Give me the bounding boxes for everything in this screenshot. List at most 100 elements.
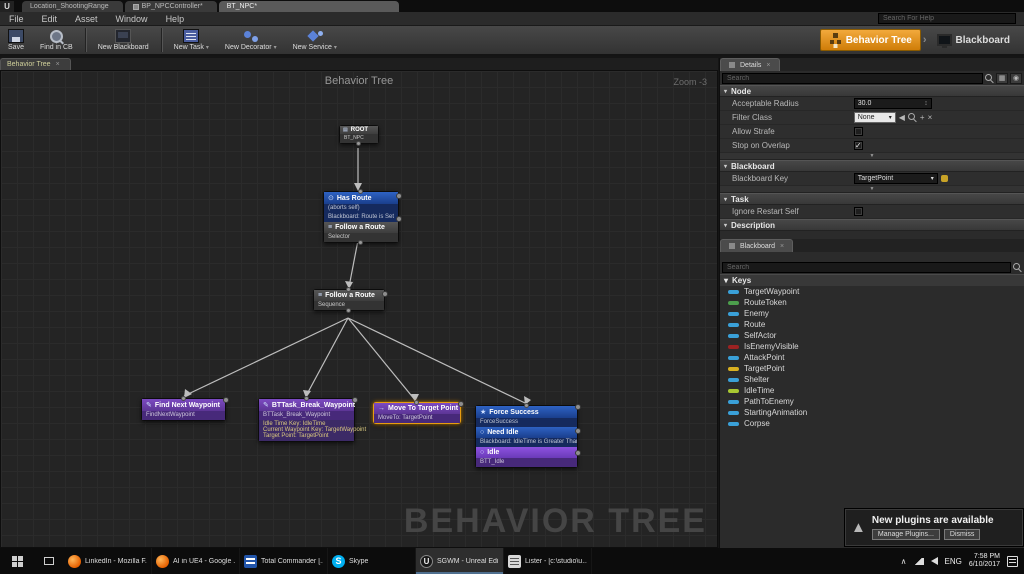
taskbar-app-ai-in-ue4[interactable]: AI in UE4 - Google ...: [152, 548, 240, 574]
new-blackboard-button[interactable]: New Blackboard: [90, 26, 157, 54]
node-find-next-waypoint[interactable]: ✎ Find Next Waypoint FindNextWaypoint: [141, 398, 226, 421]
save-button[interactable]: Save: [0, 26, 32, 54]
menu-asset[interactable]: Asset: [66, 14, 107, 24]
output-pin[interactable]: [346, 308, 351, 313]
blackboard-key-item[interactable]: IsEnemyVisible: [720, 341, 1024, 352]
output-pin[interactable]: [356, 141, 361, 146]
new-decorator-button[interactable]: New Decorator▾: [217, 26, 285, 54]
chevron-down-icon[interactable]: ▾: [334, 45, 337, 51]
blackboard-key-item[interactable]: AttackPoint: [720, 352, 1024, 363]
input-pin[interactable]: [181, 396, 186, 401]
plugins-notification: ▲ New plugins are available Manage Plugi…: [844, 508, 1024, 547]
start-button[interactable]: [0, 548, 34, 574]
network-icon[interactable]: [914, 557, 924, 565]
manage-plugins-button[interactable]: Manage Plugins...: [872, 529, 940, 540]
filter-class-dropdown[interactable]: None ▾: [854, 112, 896, 123]
section-blackboard[interactable]: ▾ Blackboard: [720, 160, 1024, 172]
chevron-down-icon[interactable]: ▾: [206, 45, 209, 51]
spin-grip-icon[interactable]: ↕: [924, 100, 928, 107]
clear-icon[interactable]: ×: [928, 113, 933, 122]
blackboard-key-item[interactable]: Corpse: [720, 418, 1024, 429]
node-break-waypoint[interactable]: ✎ BTTask_Break_Waypoint BTTask_Break_Way…: [258, 398, 355, 442]
input-pin[interactable]: [346, 287, 351, 292]
property-matrix-button[interactable]: ▦: [996, 73, 1008, 84]
add-icon[interactable]: +: [920, 113, 925, 122]
doc-tab-btnpc[interactable]: BT_NPC*: [219, 1, 399, 12]
find-in-cb-button[interactable]: Find in CB: [32, 26, 81, 54]
help-search-input[interactable]: [878, 13, 1016, 24]
input-pin[interactable]: [358, 189, 363, 194]
blackboard-key-item[interactable]: IdleTime: [720, 385, 1024, 396]
taskbar-app-skype[interactable]: S Skype: [328, 548, 416, 574]
close-icon[interactable]: ×: [56, 61, 60, 68]
node-root[interactable]: ▤ ROOT BT_NPC: [339, 125, 379, 144]
property-row-filter-class: Filter Class None ▾ ◀ + ×: [720, 111, 1024, 125]
property-row-allow-strafe: Allow Strafe: [720, 125, 1024, 139]
acceptable-radius-input[interactable]: 30.0 ↕: [854, 98, 932, 109]
language-indicator[interactable]: ENG: [945, 557, 962, 566]
taskbar-app-total-commander[interactable]: Total Commander [...: [240, 548, 328, 574]
new-task-button[interactable]: New Task▾: [166, 26, 217, 54]
blackboard-mode-button[interactable]: Blackboard: [929, 29, 1018, 51]
allow-strafe-checkbox[interactable]: [854, 127, 863, 136]
menu-help[interactable]: Help: [157, 14, 194, 24]
new-service-button[interactable]: New Service▾: [285, 26, 345, 54]
blackboard-key-item[interactable]: Route: [720, 319, 1024, 330]
input-pin[interactable]: [524, 403, 529, 408]
doc-tab-npccontroller[interactable]: BP_NPCController*: [125, 1, 217, 12]
speaker-icon[interactable]: [931, 557, 938, 565]
blackboard-key-item[interactable]: TargetPoint: [720, 363, 1024, 374]
node-idle-group[interactable]: ★ Force Success ForceSuccess ○ Need Idle…: [475, 405, 578, 468]
section-expand-icon: ▾: [724, 276, 728, 285]
advanced-expander[interactable]: ▼: [720, 186, 1024, 193]
blackboard-key-item[interactable]: Shelter: [720, 374, 1024, 385]
taskbar-app-lister[interactable]: Lister - [c:\studio\u...: [504, 548, 592, 574]
advanced-expander[interactable]: ▼: [720, 153, 1024, 160]
stop-on-overlap-checkbox[interactable]: ✓: [854, 141, 863, 150]
browse-icon[interactable]: [908, 113, 917, 122]
blackboard-key-item[interactable]: TargetWaypoint: [720, 286, 1024, 297]
taskbar-app-linkedin[interactable]: LinkedIn - Mozilla F...: [64, 548, 152, 574]
input-pin[interactable]: [304, 396, 309, 401]
section-task[interactable]: ▾ Task: [720, 193, 1024, 205]
details-search-input[interactable]: [722, 73, 983, 84]
blackboard-key-item[interactable]: RouteToken: [720, 297, 1024, 308]
close-icon[interactable]: ×: [766, 62, 770, 69]
node-has-route[interactable]: ⊙ Has Route (aborts self) Blackboard: Ro…: [323, 191, 399, 243]
ignore-restart-checkbox[interactable]: [854, 207, 863, 216]
blackboard-key-item[interactable]: Enemy: [720, 308, 1024, 319]
section-description[interactable]: ▾ Description: [720, 219, 1024, 231]
output-pin[interactable]: [358, 240, 363, 245]
section-node[interactable]: ▾ Node: [720, 85, 1024, 97]
use-selected-icon[interactable]: ◀: [899, 113, 905, 122]
action-center-icon[interactable]: [1007, 556, 1018, 567]
chevron-down-icon[interactable]: ▾: [274, 45, 277, 51]
clock[interactable]: 7:58 PM 6/10/2017: [969, 553, 1000, 569]
keys-header[interactable]: ▾ Keys: [720, 274, 1024, 286]
doc-tab-location[interactable]: Location_ShootingRange: [22, 1, 123, 12]
input-pin[interactable]: [414, 400, 419, 405]
dismiss-button[interactable]: Dismiss: [944, 529, 981, 540]
menu-edit[interactable]: Edit: [33, 14, 67, 24]
menu-file[interactable]: File: [0, 14, 33, 24]
view-options-button[interactable]: ◉: [1010, 73, 1022, 84]
tab-details[interactable]: Details ×: [720, 58, 780, 71]
task-view-button[interactable]: [34, 548, 64, 574]
behavior-tree-mode-button[interactable]: Behavior Tree: [820, 29, 921, 51]
tab-blackboard[interactable]: Blackboard ×: [720, 239, 793, 252]
blackboard-search-input[interactable]: [722, 262, 1011, 273]
section-title: Node: [731, 87, 751, 96]
blackboard-key-item[interactable]: PathToEnemy: [720, 396, 1024, 407]
blackboard-key-dropdown[interactable]: TargetPoint ▾: [854, 173, 938, 184]
graph-panel: Behavior Tree × Behavior Tree Zoom -3 BE…: [0, 58, 718, 548]
taskbar-app-unreal[interactable]: U SGWM - Unreal Edi...: [416, 548, 504, 574]
show-hidden-icons-button[interactable]: ∧: [901, 557, 907, 566]
blackboard-key-item[interactable]: StartingAnimation: [720, 407, 1024, 418]
blackboard-key-item[interactable]: SelfActor: [720, 330, 1024, 341]
graph-tab-behavior-tree[interactable]: Behavior Tree ×: [0, 58, 71, 70]
node-follow-route[interactable]: ≡ Follow a Route Sequence: [313, 289, 385, 311]
node-move-to-target-point[interactable]: → Move To Target Point MoveTo: TargetPoi…: [373, 402, 461, 424]
behavior-tree-canvas[interactable]: Behavior Tree Zoom -3 BEHAVIOR TREE: [0, 70, 718, 548]
menu-window[interactable]: Window: [107, 14, 157, 24]
close-icon[interactable]: ×: [780, 243, 784, 250]
